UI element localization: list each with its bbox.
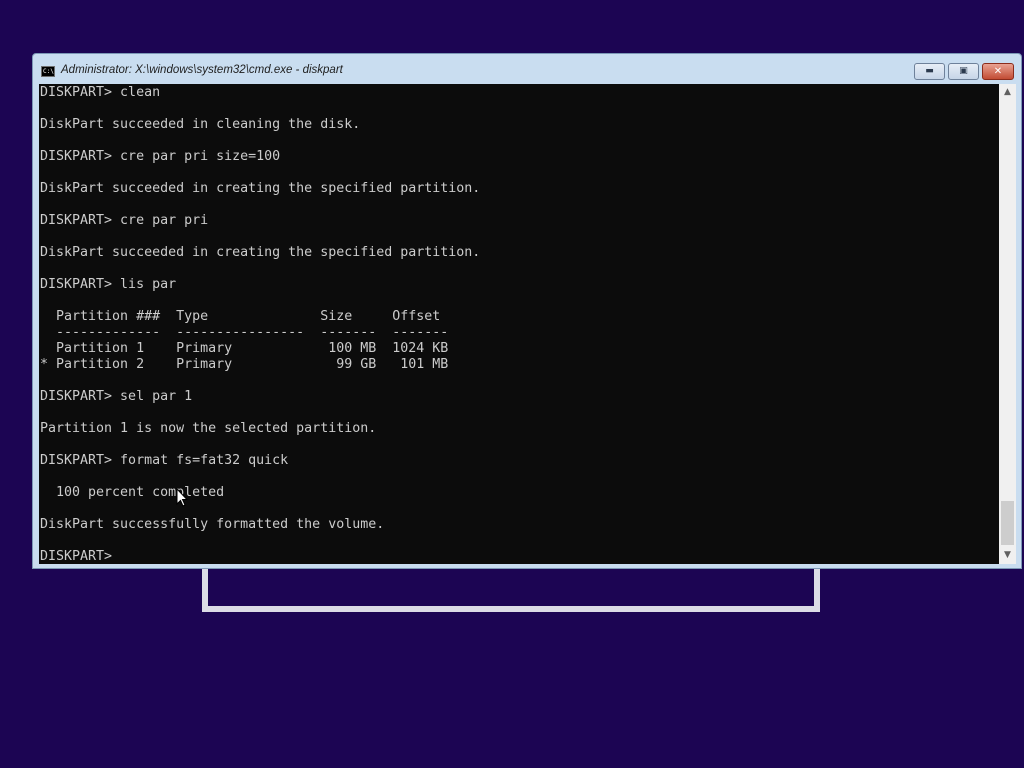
console-line: DISKPART> sel par 1	[40, 389, 193, 404]
cmd-icon: C:\	[41, 66, 55, 77]
console-line: DiskPart succeeded in creating the speci…	[40, 181, 481, 196]
console-line: Partition 1 Primary 100 MB 1024 KB	[40, 341, 449, 356]
minimize-icon: ▬	[925, 66, 934, 76]
scroll-up-arrow-icon[interactable]: ▲	[999, 84, 1016, 101]
console-line: DISKPART> clean	[40, 85, 161, 100]
console-line: DISKPART>	[40, 549, 121, 564]
console-line: Partition ### Type Size Offset	[40, 309, 441, 324]
vertical-scrollbar[interactable]: ▲ ▼	[999, 84, 1016, 564]
console-line: DiskPart successfully formatted the volu…	[40, 517, 385, 532]
maximize-button[interactable]: ▣	[948, 63, 979, 80]
title-bar[interactable]: C:\ Administrator: X:\windows\system32\c…	[33, 54, 1021, 84]
minimize-button[interactable]: ▬	[914, 63, 945, 80]
console-line: DiskPart succeeded in cleaning the disk.	[40, 117, 361, 132]
console-line: * Partition 2 Primary 99 GB 101 MB	[40, 357, 449, 372]
console-line: DISKPART> cre par pri	[40, 213, 209, 228]
scrollbar-thumb[interactable]	[1001, 501, 1014, 545]
console-line: DiskPart succeeded in creating the speci…	[40, 245, 481, 260]
console-line: ------------- ---------------- ------- -…	[40, 325, 449, 340]
desktop-background: C:\ Administrator: X:\windows\system32\c…	[0, 0, 1024, 768]
maximize-icon: ▣	[959, 66, 968, 76]
console-line: DISKPART> cre par pri size=100	[40, 149, 281, 164]
mouse-pointer-icon	[176, 488, 188, 507]
console-line: Partition 1 is now the selected partitio…	[40, 421, 377, 436]
close-button[interactable]: ✕	[982, 63, 1014, 80]
close-icon: ✕	[993, 66, 1003, 77]
window-title: Administrator: X:\windows\system32\cmd.e…	[61, 64, 343, 76]
console-line: DISKPART> format fs=fat32 quick	[40, 453, 289, 468]
console-line: DISKPART> lis par	[40, 277, 177, 292]
scroll-down-arrow-icon[interactable]: ▼	[999, 547, 1016, 564]
